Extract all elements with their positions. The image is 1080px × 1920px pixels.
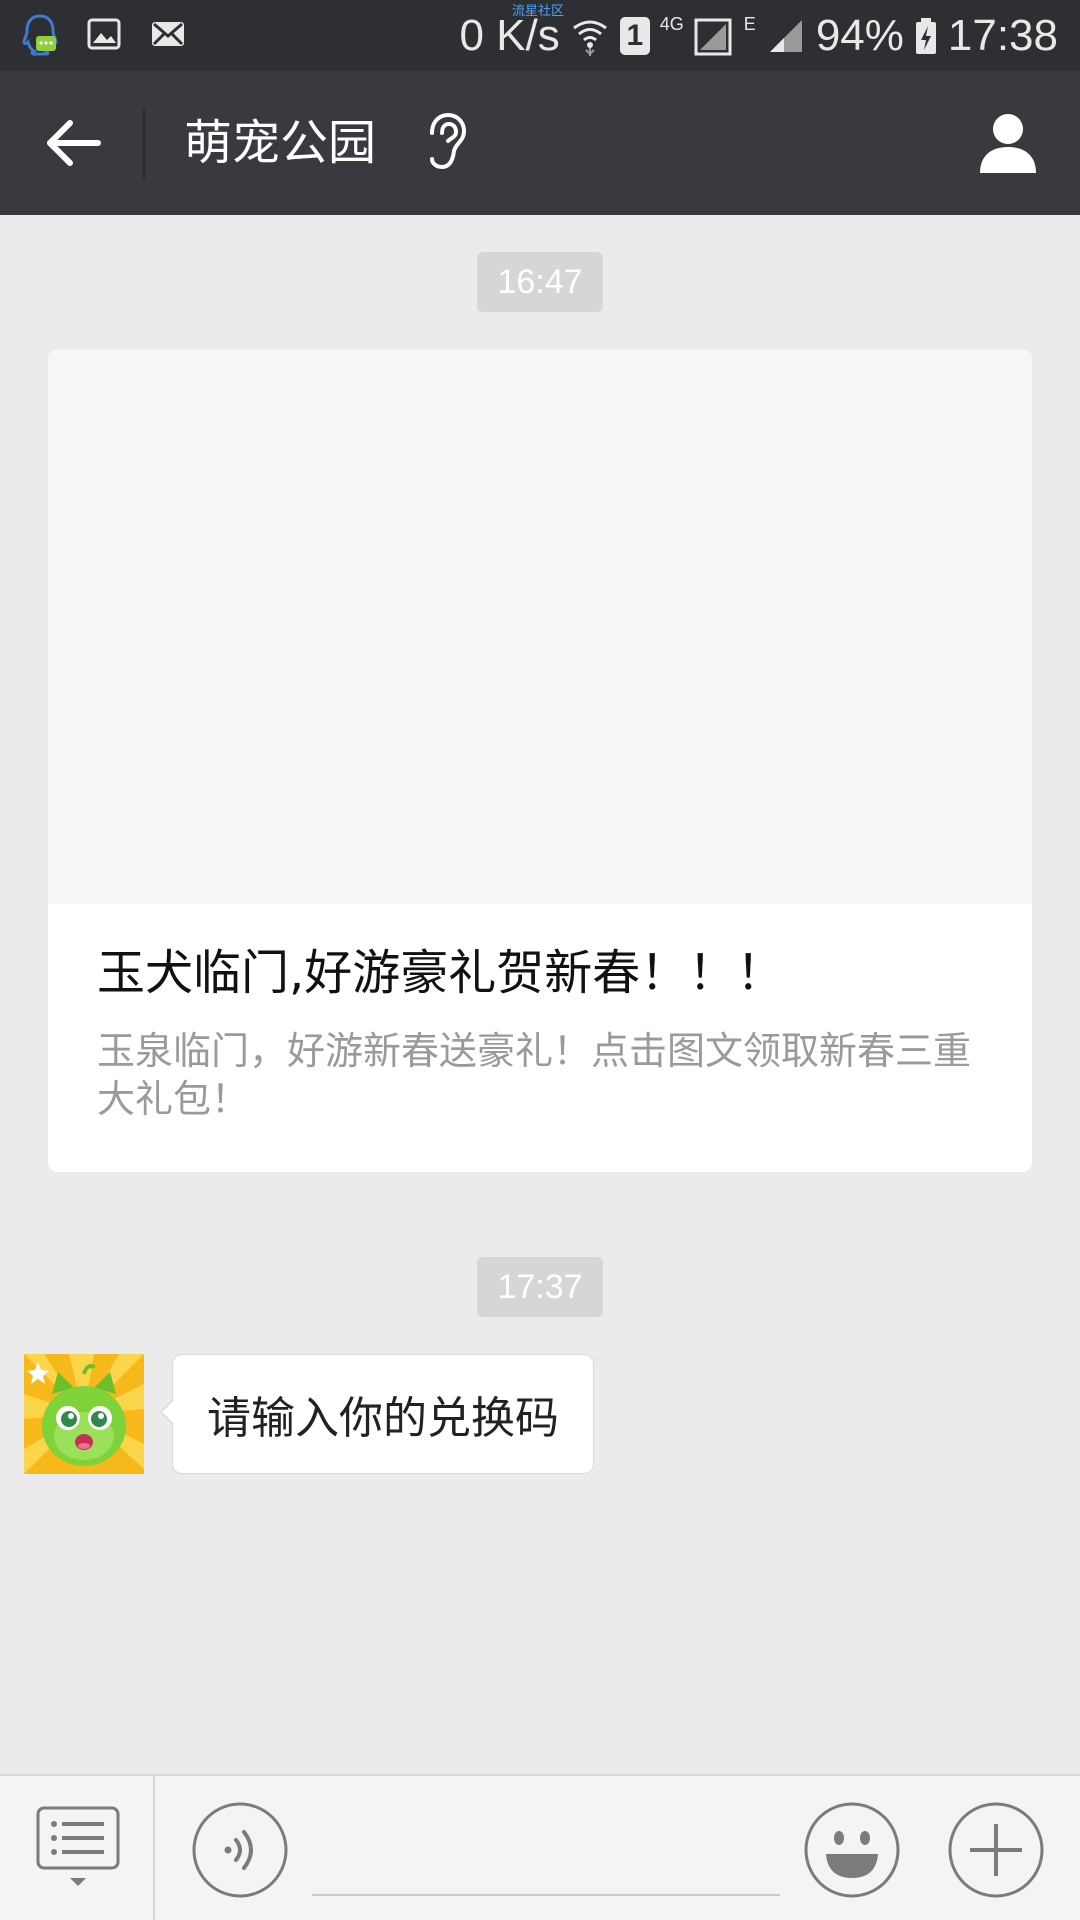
title-bar: 萌宠公园 <box>0 71 1080 215</box>
emoji-button[interactable] <box>804 1802 900 1898</box>
message-input[interactable] <box>312 1816 780 1896</box>
message-text: 请输入你的兑换码 <box>207 1393 559 1444</box>
mail-icon <box>152 22 184 46</box>
plus-button[interactable] <box>948 1802 1044 1898</box>
net-type-4g: 4G <box>659 14 684 34</box>
timestamp: 16:47 <box>477 252 603 312</box>
signal-icon-2 <box>769 19 802 52</box>
voice-icon <box>192 1802 288 1898</box>
battery-percent: 94% <box>815 10 904 60</box>
page-title: 萌宠公园 <box>184 115 377 171</box>
wifi-icon <box>572 20 607 56</box>
back-arrow-icon <box>47 120 101 166</box>
article-description: 玉泉临门，好游新春送豪礼！点击图文领取新春三重大礼包！ <box>97 1029 972 1121</box>
qq-icon <box>22 14 58 56</box>
message-bubble[interactable]: 请输入你的兑换码 <box>160 1354 594 1474</box>
menu-button[interactable] <box>36 1806 120 1890</box>
net-speed: 0 K/s <box>459 10 560 60</box>
menu-list-icon <box>36 1806 120 1886</box>
voice-button[interactable] <box>192 1802 288 1898</box>
article-title: 玉犬临门,好游豪礼贺新春！！！ <box>97 945 785 1001</box>
article-cover-image <box>48 349 1032 904</box>
sim-slot-badge: 1 <box>619 16 650 55</box>
profile-button[interactable] <box>972 107 1044 179</box>
article-card[interactable]: 玉犬临门,好游豪礼贺新春！！！ 玉泉临门，好游新春送豪礼！点击图文领取新春三重大… <box>48 349 1032 1172</box>
status-notification-icons <box>20 12 188 56</box>
green-cat-avatar-icon <box>24 1354 144 1474</box>
signal-icon <box>694 18 732 55</box>
status-time: 17:38 <box>947 10 1058 60</box>
ear-mode-button[interactable] <box>418 109 474 175</box>
avatar[interactable] <box>24 1354 144 1474</box>
input-bar <box>0 1774 1080 1920</box>
smiley-icon <box>804 1802 900 1898</box>
person-icon <box>980 114 1036 173</box>
ear-icon <box>430 112 467 170</box>
image-notification-icon <box>87 18 121 50</box>
status-bar: 流星社区 0 K/s 1 4G E 94% 17:38 <box>0 0 1080 71</box>
title-divider <box>143 108 145 180</box>
plus-icon <box>948 1802 1044 1898</box>
back-button[interactable] <box>36 107 108 179</box>
input-divider <box>153 1776 155 1920</box>
net-type-e: E <box>743 14 756 34</box>
timestamp: 17:37 <box>477 1257 603 1317</box>
battery-charging-icon <box>915 17 936 54</box>
status-indicators: 0 K/s 1 4G E 94% 17:38 <box>460 0 1059 71</box>
